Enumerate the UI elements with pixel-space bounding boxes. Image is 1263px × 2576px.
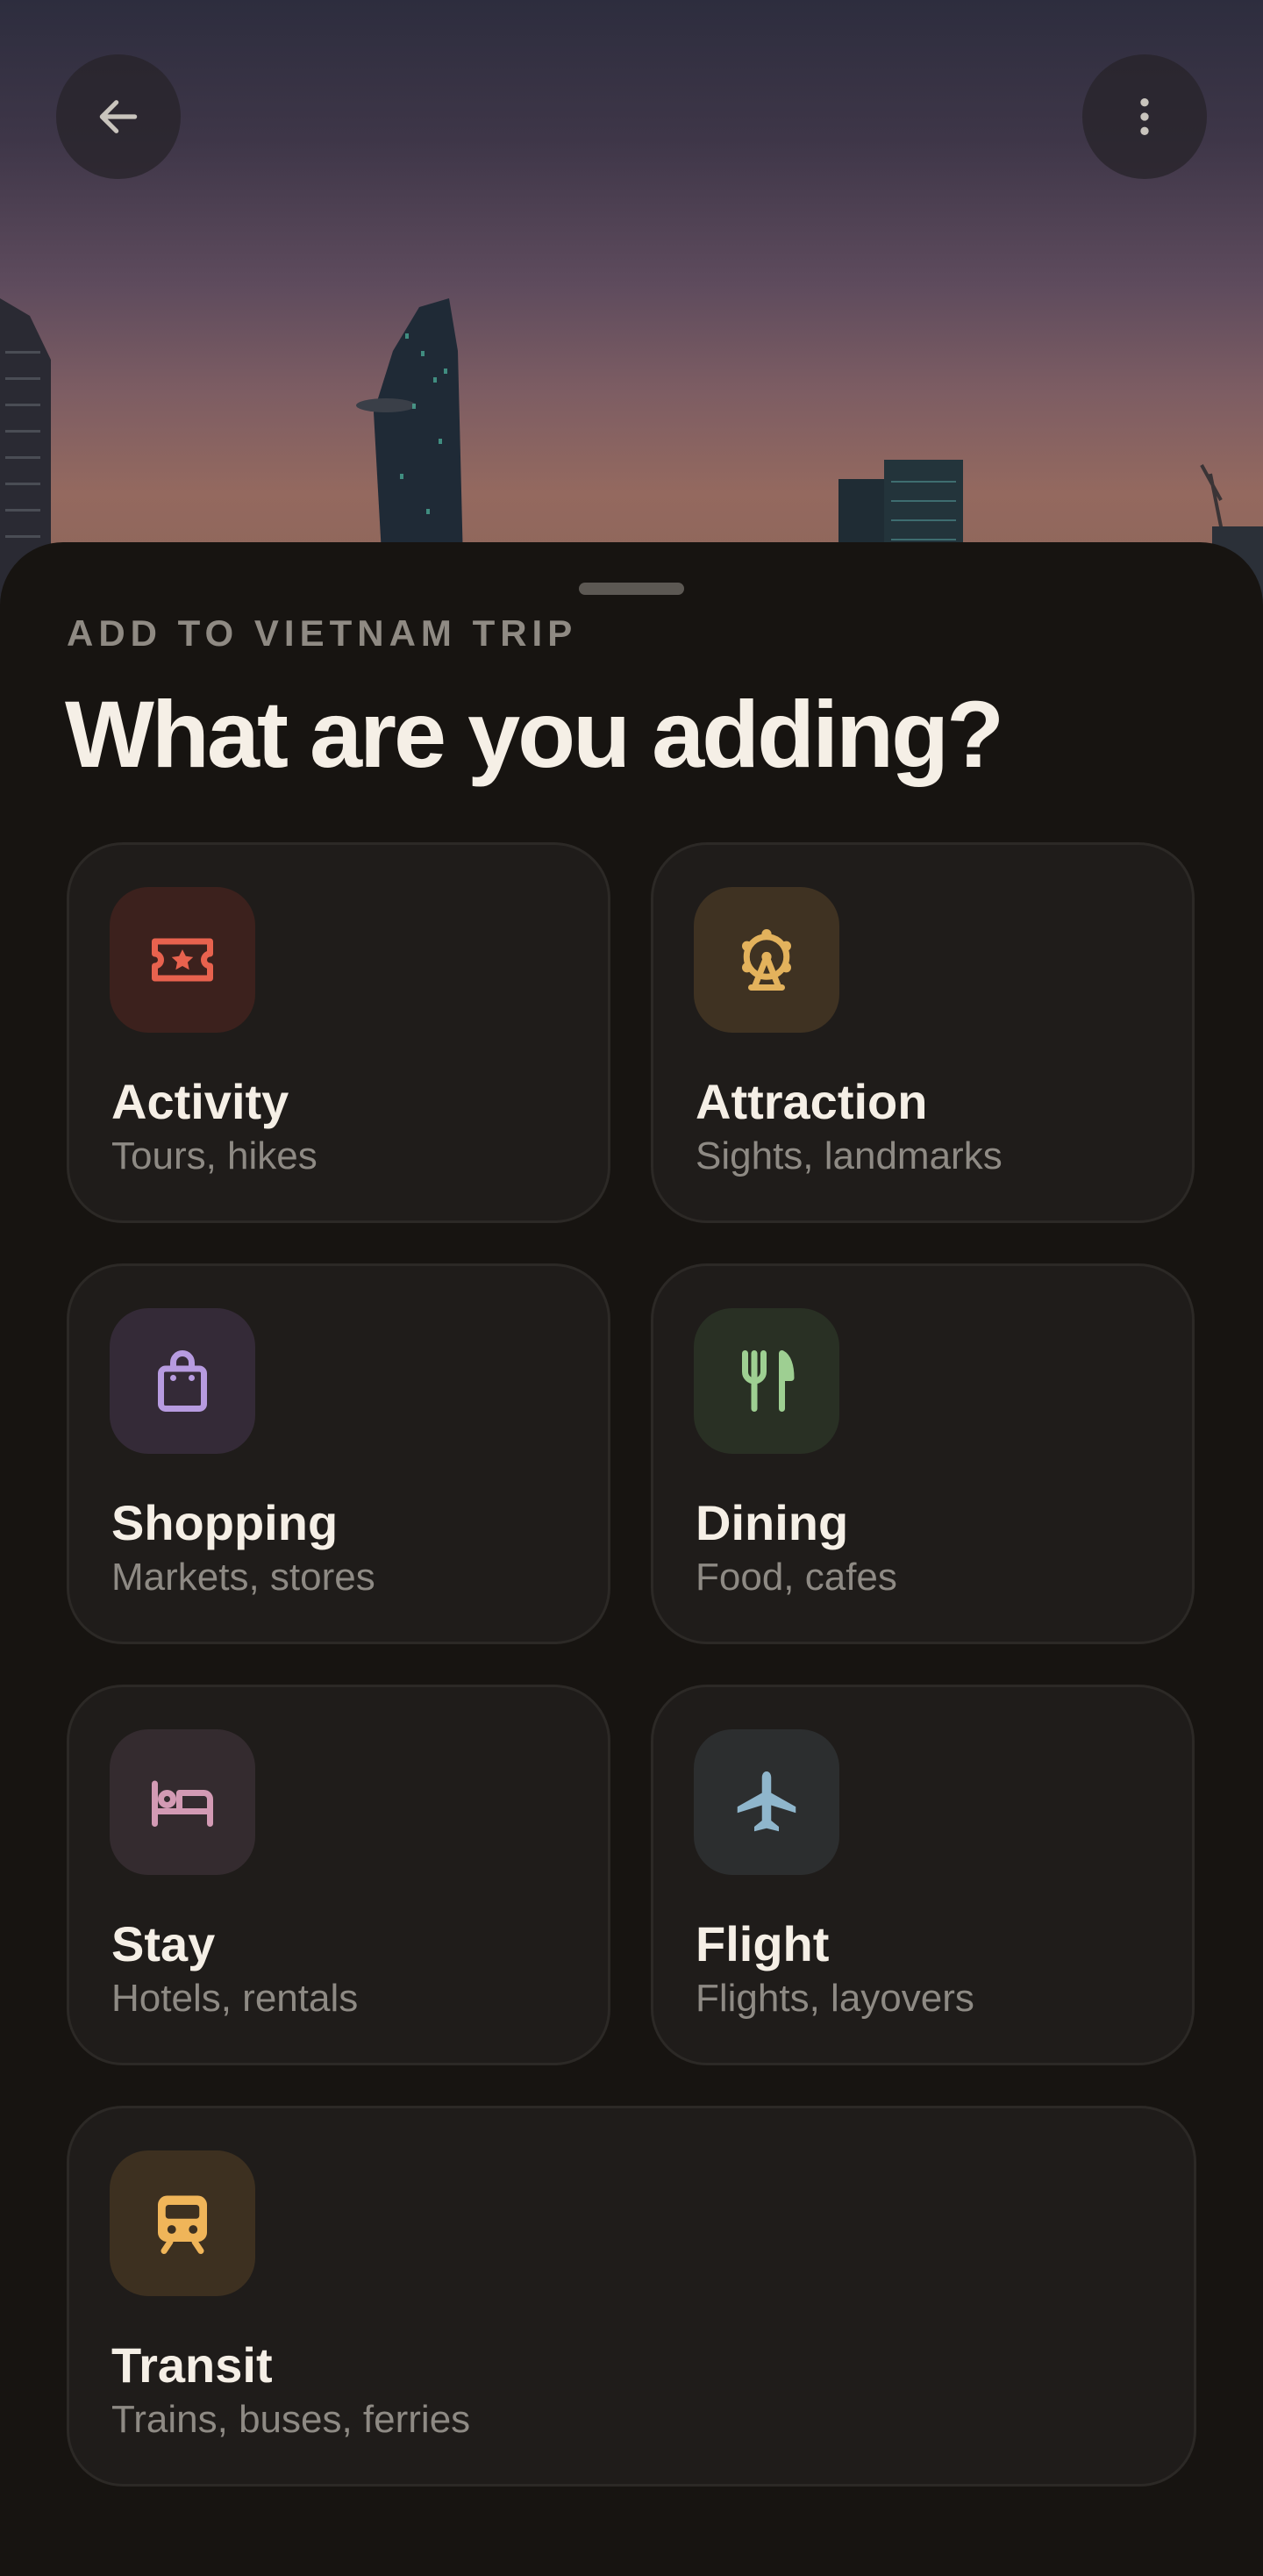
arrow-left-icon [99,100,138,133]
airplane-icon [737,1771,796,1832]
back-button[interactable] [56,54,181,179]
category-card-dining[interactable]: Dining Food, cafes [651,1263,1195,1644]
fork-knife-icon [742,1350,795,1412]
icon-tile [110,2150,255,2296]
category-card-stay[interactable]: Stay Hotels, rentals [67,1685,610,2065]
sheet-title: What are you adding? [65,681,1004,787]
hero-image [0,0,1263,632]
category-card-transit[interactable]: Transit Trains, buses, ferries [67,2106,1196,2487]
category-card-attraction[interactable]: Attraction Sights, landmarks [651,842,1195,1223]
category-subtitle: Tours, hikes [111,1134,318,1177]
category-title: Stay [111,1916,216,1971]
ferris-wheel-icon [742,929,791,991]
ticket-icon [152,938,213,982]
more-options-button[interactable] [1082,54,1207,179]
icon-tile [110,887,255,1033]
icon-tile [694,887,839,1033]
city-skyline [0,298,1263,632]
category-card-flight[interactable]: Flight Flights, layovers [651,1685,1195,2065]
category-subtitle: Sights, landmarks [696,1134,1003,1177]
icon-tile [110,1729,255,1875]
icon-tile [694,1308,839,1454]
category-subtitle: Food, cafes [696,1556,897,1599]
sheet-drag-handle[interactable] [579,583,684,595]
bed-icon [152,1780,213,1827]
category-title: Attraction [696,1074,928,1129]
category-title: Shopping [111,1495,339,1550]
category-title: Activity [111,1074,289,1129]
category-title: Flight [696,1916,830,1971]
icon-tile [110,1308,255,1454]
category-subtitle: Flights, layovers [696,1977,974,2020]
more-vertical-icon [1140,98,1149,135]
category-card-activity[interactable]: Activity Tours, hikes [67,842,610,1223]
category-card-shopping[interactable]: Shopping Markets, stores [67,1263,610,1644]
category-title: Dining [696,1495,849,1550]
shopping-bag-icon [158,1350,207,1412]
train-icon [158,2195,207,2254]
category-subtitle: Trains, buses, ferries [111,2398,471,2441]
sheet-eyebrow: ADD TO VIETNAM TRIP [67,612,578,654]
category-title: Transit [111,2337,273,2393]
icon-tile [694,1729,839,1875]
bottom-sheet: ADD TO VIETNAM TRIP What are you adding?… [0,542,1263,2576]
category-subtitle: Markets, stores [111,1556,375,1599]
category-subtitle: Hotels, rentals [111,1977,359,2020]
